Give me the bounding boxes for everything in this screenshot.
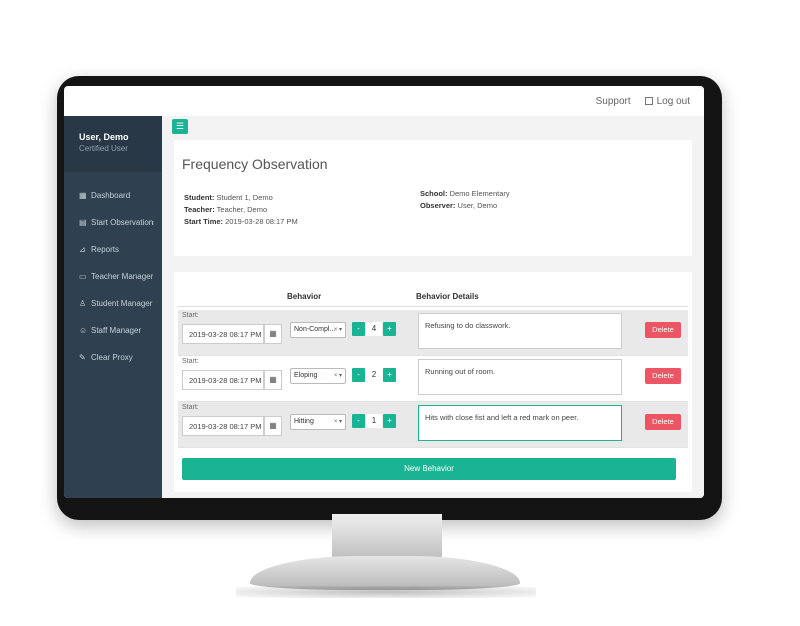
- count-value: 2: [366, 368, 382, 382]
- start-label: Start:: [182, 404, 199, 411]
- behavior-select-value: Hitting: [294, 418, 314, 425]
- staff-icon: ☺: [79, 326, 88, 335]
- behavior-details-textarea[interactable]: Refusing to do classwork.: [418, 313, 622, 349]
- teacher-icon: ▭: [79, 272, 87, 281]
- calendar-icon[interactable]: ▦: [264, 324, 282, 344]
- logout-label: Log out: [656, 95, 690, 107]
- clear-dropdown-icon[interactable]: × ▾: [334, 372, 342, 379]
- start-label: Start:: [182, 312, 199, 319]
- sidebar-item-student-manager[interactable]: ♙ Student Manager: [64, 290, 162, 317]
- school-value: Demo Elementary: [449, 189, 510, 198]
- app-screen: Support Log out User, Demo Certified Use…: [64, 86, 704, 498]
- stand-shadow: [236, 586, 536, 598]
- page-title: Frequency Observation: [182, 156, 328, 172]
- behaviors-panel: Behavior Behavior Details Start: 2019-03…: [174, 272, 692, 492]
- student-icon: ♙: [79, 299, 87, 308]
- monitor-neck: [332, 514, 442, 560]
- behavior-select-value: Eloping: [294, 372, 318, 379]
- start-time-label: Start Time:: [184, 217, 224, 226]
- decrement-button[interactable]: -: [352, 368, 365, 382]
- sidebar-menu: ▦ Dashboard ▤ Start Observation ‹ ⊿ Repo…: [64, 172, 162, 371]
- delete-button[interactable]: Delete: [645, 414, 681, 430]
- observation-header: Frequency Observation Student: Student 1…: [174, 140, 692, 256]
- behavior-select[interactable]: Eloping × ▾: [290, 368, 346, 384]
- clipboard-icon: ▤: [79, 218, 87, 227]
- sidebar-item-teacher-manager[interactable]: ▭ Teacher Manager: [64, 263, 162, 290]
- behavior-details-textarea[interactable]: Running out of room.: [418, 359, 622, 395]
- count-value: 4: [366, 322, 382, 336]
- behavior-select-value: Non-Compl...: [294, 326, 336, 333]
- observation-info-left: Student: Student 1, Demo Teacher: Teache…: [184, 192, 298, 228]
- teacher-value: Teacher, Demo: [216, 205, 268, 214]
- calendar-icon[interactable]: ▦: [264, 370, 282, 390]
- decrement-button[interactable]: -: [352, 322, 365, 336]
- grid-icon: ▦: [79, 191, 87, 200]
- teacher-label: Teacher:: [184, 205, 215, 214]
- student-value: Student 1, Demo: [216, 193, 273, 202]
- hamburger-icon: ☰: [175, 121, 185, 131]
- behavior-column-header: Behavior: [287, 292, 322, 301]
- user-role: Certified User: [79, 144, 128, 153]
- menu-toggle-button[interactable]: ☰: [172, 119, 188, 134]
- student-label: Student:: [184, 193, 215, 202]
- sidebar-item-label: Start Observation: [91, 218, 154, 227]
- delete-button[interactable]: Delete: [645, 322, 681, 338]
- count-value: 1: [366, 414, 382, 428]
- logout-link[interactable]: Log out: [644, 95, 690, 107]
- observation-info-right: School: Demo Elementary Observer: User, …: [420, 188, 510, 212]
- chart-icon: ⊿: [79, 245, 86, 254]
- logout-icon: [644, 97, 653, 105]
- start-datetime-input[interactable]: 2019-03-28 08:17 PM: [182, 370, 264, 390]
- calendar-icon[interactable]: ▦: [264, 416, 282, 436]
- sidebar-item-dashboard[interactable]: ▦ Dashboard: [64, 182, 162, 209]
- behavior-select[interactable]: Non-Compl... × ▾: [290, 322, 346, 338]
- sidebar-item-reports[interactable]: ⊿ Reports: [64, 236, 162, 263]
- header-divider: [178, 306, 688, 307]
- school-label: School:: [420, 189, 448, 198]
- sidebar-item-label: Reports: [91, 245, 120, 254]
- sidebar-item-staff-manager[interactable]: ☺ Staff Manager: [64, 317, 162, 344]
- start-time-value: 2019-03-28 08:17 PM: [225, 217, 298, 226]
- increment-button[interactable]: +: [383, 322, 396, 336]
- sidebar-item-label: Staff Manager: [91, 326, 142, 335]
- sidebar-item-label: Student Manager: [91, 299, 153, 308]
- sidebar-item-clear-proxy[interactable]: ✎ Clear Proxy: [64, 344, 162, 371]
- broom-icon: ✎: [79, 353, 86, 362]
- behavior-select[interactable]: Hitting × ▾: [290, 414, 346, 430]
- observer-value: User, Demo: [457, 201, 498, 210]
- chevron-left-icon: ‹: [151, 218, 154, 227]
- main-content: ☰ Frequency Observation Student: Student…: [162, 116, 704, 498]
- decrement-button[interactable]: -: [352, 414, 365, 428]
- start-datetime-input[interactable]: 2019-03-28 08:17 PM: [182, 324, 264, 344]
- behavior-row: Start: 2019-03-28 08:17 PM ▦ Hitting × ▾…: [178, 402, 688, 448]
- sidebar-item-label: Clear Proxy: [91, 353, 133, 362]
- support-link[interactable]: Support: [596, 96, 631, 107]
- start-label: Start:: [182, 358, 199, 365]
- user-name: User, Demo: [79, 132, 129, 142]
- behavior-details-column-header: Behavior Details: [416, 292, 479, 301]
- top-navbar: Support Log out: [162, 86, 704, 116]
- observer-label: Observer:: [420, 201, 456, 210]
- behavior-details-textarea[interactable]: Hits with close fist and left a red mark…: [418, 405, 622, 441]
- behavior-row: Start: 2019-03-28 08:17 PM ▦ Non-Compl..…: [178, 310, 688, 356]
- sidebar: User, Demo Certified User ▦ Dashboard ▤ …: [64, 116, 162, 498]
- increment-button[interactable]: +: [383, 414, 396, 428]
- increment-button[interactable]: +: [383, 368, 396, 382]
- new-behavior-button[interactable]: New Behavior: [182, 458, 676, 480]
- start-datetime-input[interactable]: 2019-03-28 08:17 PM: [182, 416, 264, 436]
- sidebar-item-label: Dashboard: [91, 191, 131, 200]
- behavior-row: Start: 2019-03-28 08:17 PM ▦ Eloping × ▾…: [178, 356, 688, 402]
- monitor-mockup: Support Log out User, Demo Certified Use…: [0, 0, 800, 626]
- sidebar-item-start-observation[interactable]: ▤ Start Observation ‹: [64, 209, 162, 236]
- clear-dropdown-icon[interactable]: × ▾: [334, 326, 342, 333]
- monitor-stand: [250, 556, 520, 590]
- delete-button[interactable]: Delete: [645, 368, 681, 384]
- user-profile[interactable]: User, Demo Certified User: [64, 116, 162, 172]
- clear-dropdown-icon[interactable]: × ▾: [334, 418, 342, 425]
- sidebar-item-label: Teacher Manager: [91, 272, 154, 281]
